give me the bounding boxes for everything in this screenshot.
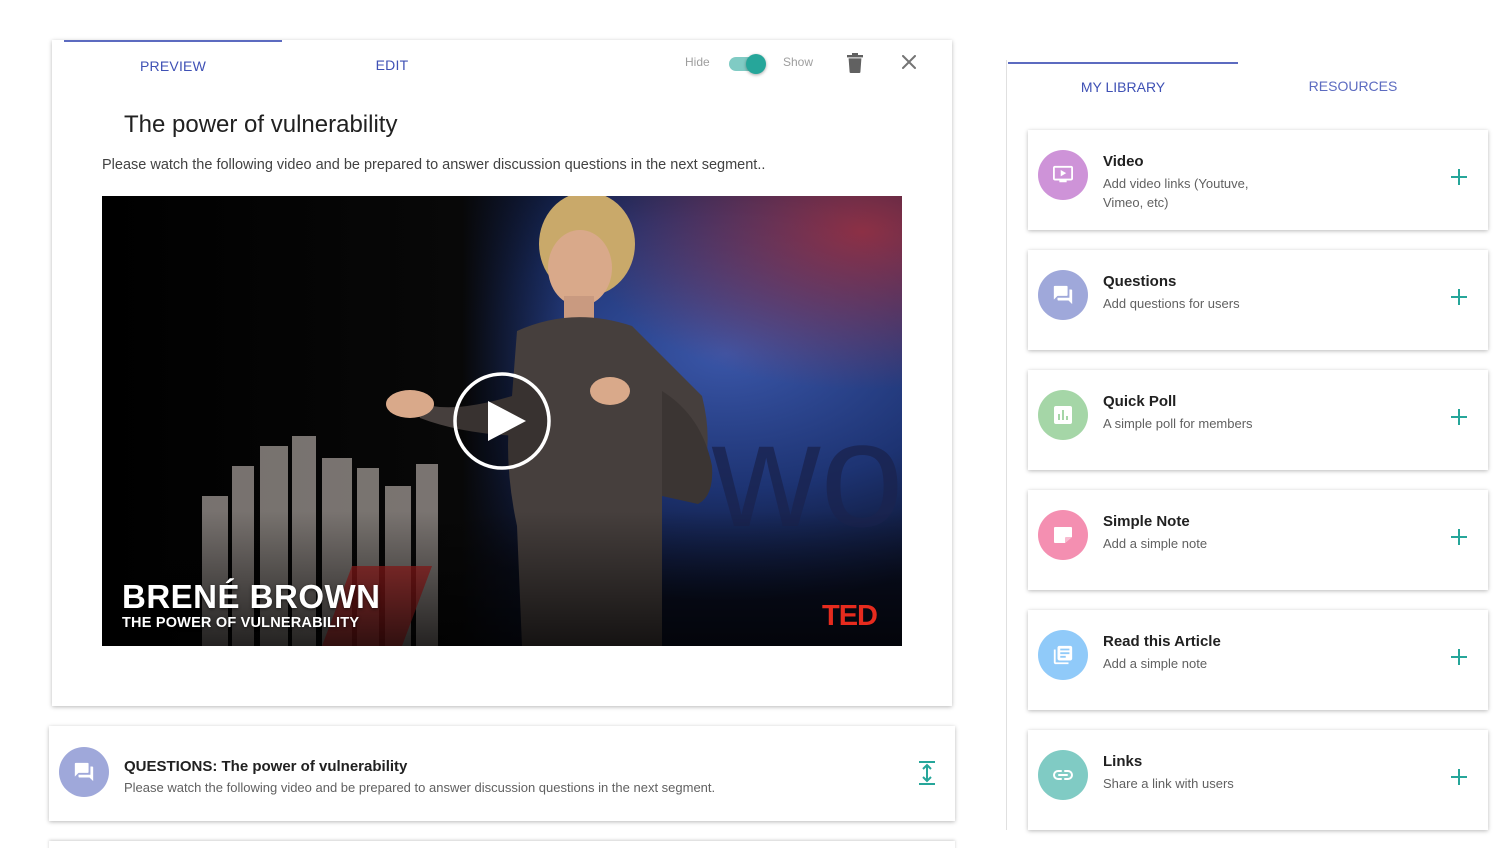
expand-icon: [919, 761, 935, 785]
panel-divider: [1006, 60, 1007, 830]
library-item-simple-note[interactable]: Simple Note Add a simple note: [1028, 490, 1488, 590]
add-icon[interactable]: [1448, 406, 1470, 428]
play-icon: [453, 372, 551, 470]
ted-logo: TED: [822, 600, 878, 632]
add-icon[interactable]: [1448, 766, 1470, 788]
questions-avatar: [59, 747, 109, 797]
note-item-avatar: [1038, 510, 1088, 560]
tab-preview[interactable]: PREVIEW: [64, 40, 282, 88]
poll-item-avatar: [1038, 390, 1088, 440]
library-item-description: Add questions for users: [1103, 296, 1240, 311]
tab-resources[interactable]: RESOURCES: [1238, 62, 1468, 110]
library-item-title: Simple Note: [1103, 513, 1190, 530]
poll-icon: [1054, 406, 1072, 424]
questions-card[interactable]: QUESTIONS: The power of vulnerability Pl…: [49, 726, 955, 821]
trash-icon: [847, 53, 863, 73]
note-icon: [1054, 527, 1072, 543]
add-icon[interactable]: [1448, 646, 1470, 668]
library-item-title: Read this Article: [1103, 633, 1221, 650]
library-item-title: Questions: [1103, 273, 1177, 290]
video-player[interactable]: wort: [102, 196, 902, 646]
library-item-description: Add a simple note: [1103, 656, 1208, 671]
library-item-title: Video: [1103, 153, 1144, 170]
library-item-questions[interactable]: Questions Add questions for users: [1028, 250, 1488, 350]
questions-title: QUESTIONS: The power of vulnerability: [124, 758, 408, 775]
tab-resources-label: RESOURCES: [1308, 78, 1398, 94]
tab-my-library-label: MY LIBRARY: [1080, 79, 1166, 95]
close-button[interactable]: [896, 49, 922, 75]
add-icon[interactable]: [1448, 286, 1470, 308]
library-item-title: Links: [1103, 753, 1143, 770]
tab-my-library[interactable]: MY LIBRARY: [1008, 62, 1238, 110]
visibility-toggle[interactable]: [729, 52, 767, 76]
link-icon: [1053, 770, 1073, 780]
library-item-description: A simple poll for members: [1103, 416, 1253, 431]
questions-item-avatar: [1038, 270, 1088, 320]
questions-description: Please watch the following video and be …: [124, 780, 716, 795]
next-card-edge: [49, 841, 955, 848]
tab-edit[interactable]: EDIT: [282, 40, 502, 88]
close-icon: [902, 55, 916, 69]
library-item-read-article[interactable]: Read this Article Add a simple note: [1028, 610, 1488, 710]
library-item-description: Share a link with users: [1103, 776, 1234, 791]
library-item-quick-poll[interactable]: Quick Poll A simple poll for members: [1028, 370, 1488, 470]
play-button[interactable]: [452, 371, 552, 471]
library-item-title: Quick Poll: [1103, 393, 1177, 410]
show-label: Show: [783, 55, 814, 69]
toggle-thumb: [746, 54, 766, 74]
chat-icon: [1053, 285, 1073, 305]
hide-label: Hide: [685, 55, 710, 69]
video-speaker-name: BRENÉ BROWN: [122, 578, 381, 615]
library-item-description: Add video links (Youtuve, Vimeo, etc): [1103, 176, 1249, 210]
tab-preview-label: PREVIEW: [140, 58, 206, 74]
chat-icon: [74, 762, 94, 782]
video-screen-icon: [1053, 165, 1073, 183]
links-item-avatar: [1038, 750, 1088, 800]
add-icon[interactable]: [1448, 166, 1470, 188]
page-description: Please watch the following video and be …: [102, 157, 766, 173]
tab-edit-label: EDIT: [375, 57, 409, 73]
expand-button[interactable]: [915, 760, 939, 786]
add-icon[interactable]: [1448, 526, 1470, 548]
preview-card: PREVIEW EDIT Hide Show The power of vuln…: [52, 40, 952, 706]
delete-button[interactable]: [842, 50, 868, 76]
video-talk-title: THE POWER OF VULNERABILITY: [122, 615, 360, 631]
video-item-avatar: [1038, 150, 1088, 200]
article-icon: [1053, 645, 1073, 665]
page-title: The power of vulnerability: [124, 111, 398, 138]
library-item-links[interactable]: Links Share a link with users: [1028, 730, 1488, 830]
library-item-description: Add a simple note: [1103, 536, 1208, 551]
library-item-video[interactable]: Video Add video links (Youtuve, Vimeo, e…: [1028, 130, 1488, 230]
article-item-avatar: [1038, 630, 1088, 680]
